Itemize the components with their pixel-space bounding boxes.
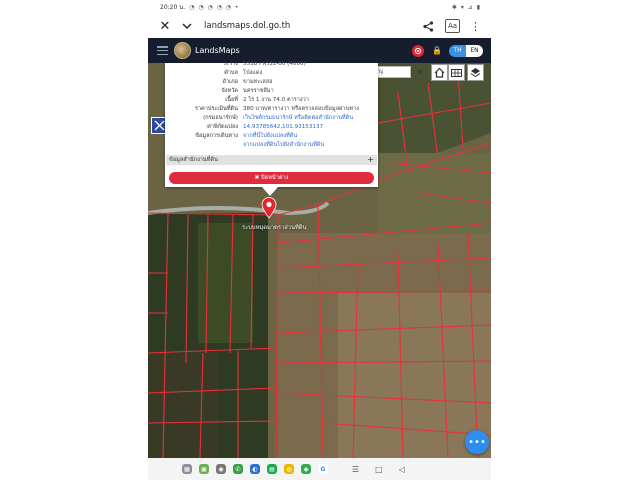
land-office-section[interactable]: ข้อมูลสำนักงานที่ดิน + <box>166 155 377 165</box>
coordinates-link[interactable]: 14.93785642,101.93153137 <box>243 123 323 132</box>
home-icon[interactable] <box>431 64 448 81</box>
directions-to-office-link[interactable]: จากแปลงที่ดินไปยังสำนักงานที่ดิน <box>243 141 324 150</box>
chevron-down-icon[interactable] <box>180 19 194 33</box>
phone-screen: 20:20 น. ◔ ◔ ◔ ◔ ◔ • ✱ ▾ ⊿ ▮ ✕ landsmaps… <box>148 0 491 480</box>
pin-label: ระบบหมุดมาตราส่วนที่ดิน <box>242 225 307 231</box>
google-app-icon[interactable]: G <box>318 464 328 474</box>
system-status-icons: ✱ ▾ ⊿ ▮ <box>451 3 481 11</box>
info-value: นครราชสีมา <box>243 88 274 94</box>
info-row: ค่าพิกัดแปลง 14.93785642,101.93153137 <box>165 123 378 132</box>
phone-app-icon[interactable]: ✆ <box>233 464 243 474</box>
android-nav-bar: ▦ ▣ ◉ ✆ ◐ ▤ ◍ ◆ G ☰ □ ◁ <box>148 458 491 480</box>
camera-app-icon[interactable]: ◉ <box>216 464 226 474</box>
more-actions-button[interactable]: ••• <box>465 430 489 454</box>
menu-icon[interactable] <box>157 46 168 55</box>
dol-logo <box>174 42 191 59</box>
lang-en-button[interactable]: EN <box>466 44 483 57</box>
lock-icon[interactable]: 🔒 <box>432 46 442 55</box>
info-value: 5538 I พร32-00 (4000) <box>243 61 306 67</box>
apps-grid-icon[interactable]: ▦ <box>182 464 192 474</box>
info-row: ตำบล โป่งแดง <box>165 69 378 78</box>
land-office-label: ข้อมูลสำนักงานที่ดิน <box>169 157 218 163</box>
share-icon[interactable] <box>421 19 435 33</box>
treasury-website-link[interactable]: เว็บไซต์กรมธนารักษ์ หรือติดต่อสำนักงานที… <box>243 114 353 123</box>
edge-app-icon[interactable]: ◐ <box>250 464 260 474</box>
popup-pointer <box>262 187 278 196</box>
info-value: 380 บาท/ตารางวา หรือตรวจสอบข้อมูลผ่านทาง <box>243 106 359 112</box>
info-label: ข้อมูลการเดินทาง <box>195 133 238 139</box>
gallery-app-icon[interactable]: ▣ <box>199 464 209 474</box>
home-nav-icon[interactable]: □ <box>375 465 383 474</box>
url-text[interactable]: landsmaps.dol.go.th <box>204 21 290 31</box>
browser-toolbar: ✕ landsmaps.dol.go.th Aa ⋮ <box>148 14 491 38</box>
record-icon[interactable] <box>412 44 425 57</box>
info-row: จากแปลงที่ดินไปยังสำนักงานที่ดิน <box>165 141 378 150</box>
status-bar: 20:20 น. ◔ ◔ ◔ ◔ ◔ • ✱ ▾ ⊿ ▮ <box>148 0 491 14</box>
info-label: อำเภอ <box>222 79 238 85</box>
info-label: เนื้อที่ <box>225 97 238 103</box>
info-row: เนื้อที่ 2 ไร่ 1 งาน 74.0 ตารางวา <box>165 96 378 105</box>
status-time: 20:20 น. <box>160 4 186 11</box>
back-icon[interactable]: ◁ <box>399 465 405 474</box>
info-label: ค่าพิกัดแปลง <box>207 124 238 130</box>
close-popup-button[interactable]: ✖ ปิดหน้าต่าง <box>169 172 374 184</box>
info-row: (กรมธนารักษ์) เว็บไซต์กรมธนารักษ์ หรือติด… <box>165 114 378 123</box>
app-title: LandsMaps <box>195 46 240 55</box>
maps-app-icon[interactable]: ◆ <box>301 464 311 474</box>
language-toggle[interactable]: TH EN <box>449 44 483 57</box>
info-label: ระวาง <box>222 61 238 67</box>
translate-icon[interactable]: Aa <box>445 19 460 33</box>
info-row: ระวาง 5538 I พร32-00 (4000) <box>165 60 378 69</box>
line-app-icon[interactable]: ▤ <box>267 464 277 474</box>
info-value: 2 ไร่ 1 งาน 74.0 ตารางวา <box>243 97 309 103</box>
info-value: โป่งแดง <box>243 70 263 76</box>
expand-plus-icon[interactable]: + <box>367 155 374 165</box>
lang-th-button[interactable]: TH <box>449 44 466 57</box>
info-label: ตำบล <box>224 70 238 76</box>
parcel-info-popup: ระวาง 5538 I พร32-00 (4000) ตำบล โป่งแดง อ… <box>165 60 378 187</box>
grid-icon[interactable] <box>448 64 465 81</box>
directions-to-parcel-link[interactable]: จากที่นี่ไปยังแปลงที่ดิน <box>243 132 297 141</box>
close-tab-icon[interactable]: ✕ <box>158 19 172 34</box>
info-row: อำเภอ ขามทะเลสอ <box>165 78 378 87</box>
notification-icons: ◔ ◔ ◔ ◔ ◔ • <box>189 3 240 11</box>
layers-icon[interactable] <box>467 64 484 81</box>
chrome-app-icon[interactable]: ◍ <box>284 464 294 474</box>
location-pin-icon[interactable] <box>261 197 277 219</box>
info-value: ขามทะเลสอ <box>243 79 273 85</box>
search-clear-icon[interactable]: ✕ <box>415 66 425 78</box>
info-label: จังหวัด <box>221 88 238 94</box>
info-row: ราคาประเมินที่ดิน 380 บาท/ตารางวา หรือตรว… <box>165 105 378 114</box>
info-label: (กรมธนารักษ์) <box>203 115 238 121</box>
info-row: จังหวัด นครราชสีมา <box>165 87 378 96</box>
info-label: ราคาประเมินที่ดิน <box>194 106 238 112</box>
more-options-icon[interactable]: ⋮ <box>470 20 481 33</box>
info-row: ข้อมูลการเดินทาง จากที่นี่ไปยังแปลงที่ดิน <box>165 132 378 141</box>
recents-icon[interactable]: ☰ <box>352 465 359 474</box>
